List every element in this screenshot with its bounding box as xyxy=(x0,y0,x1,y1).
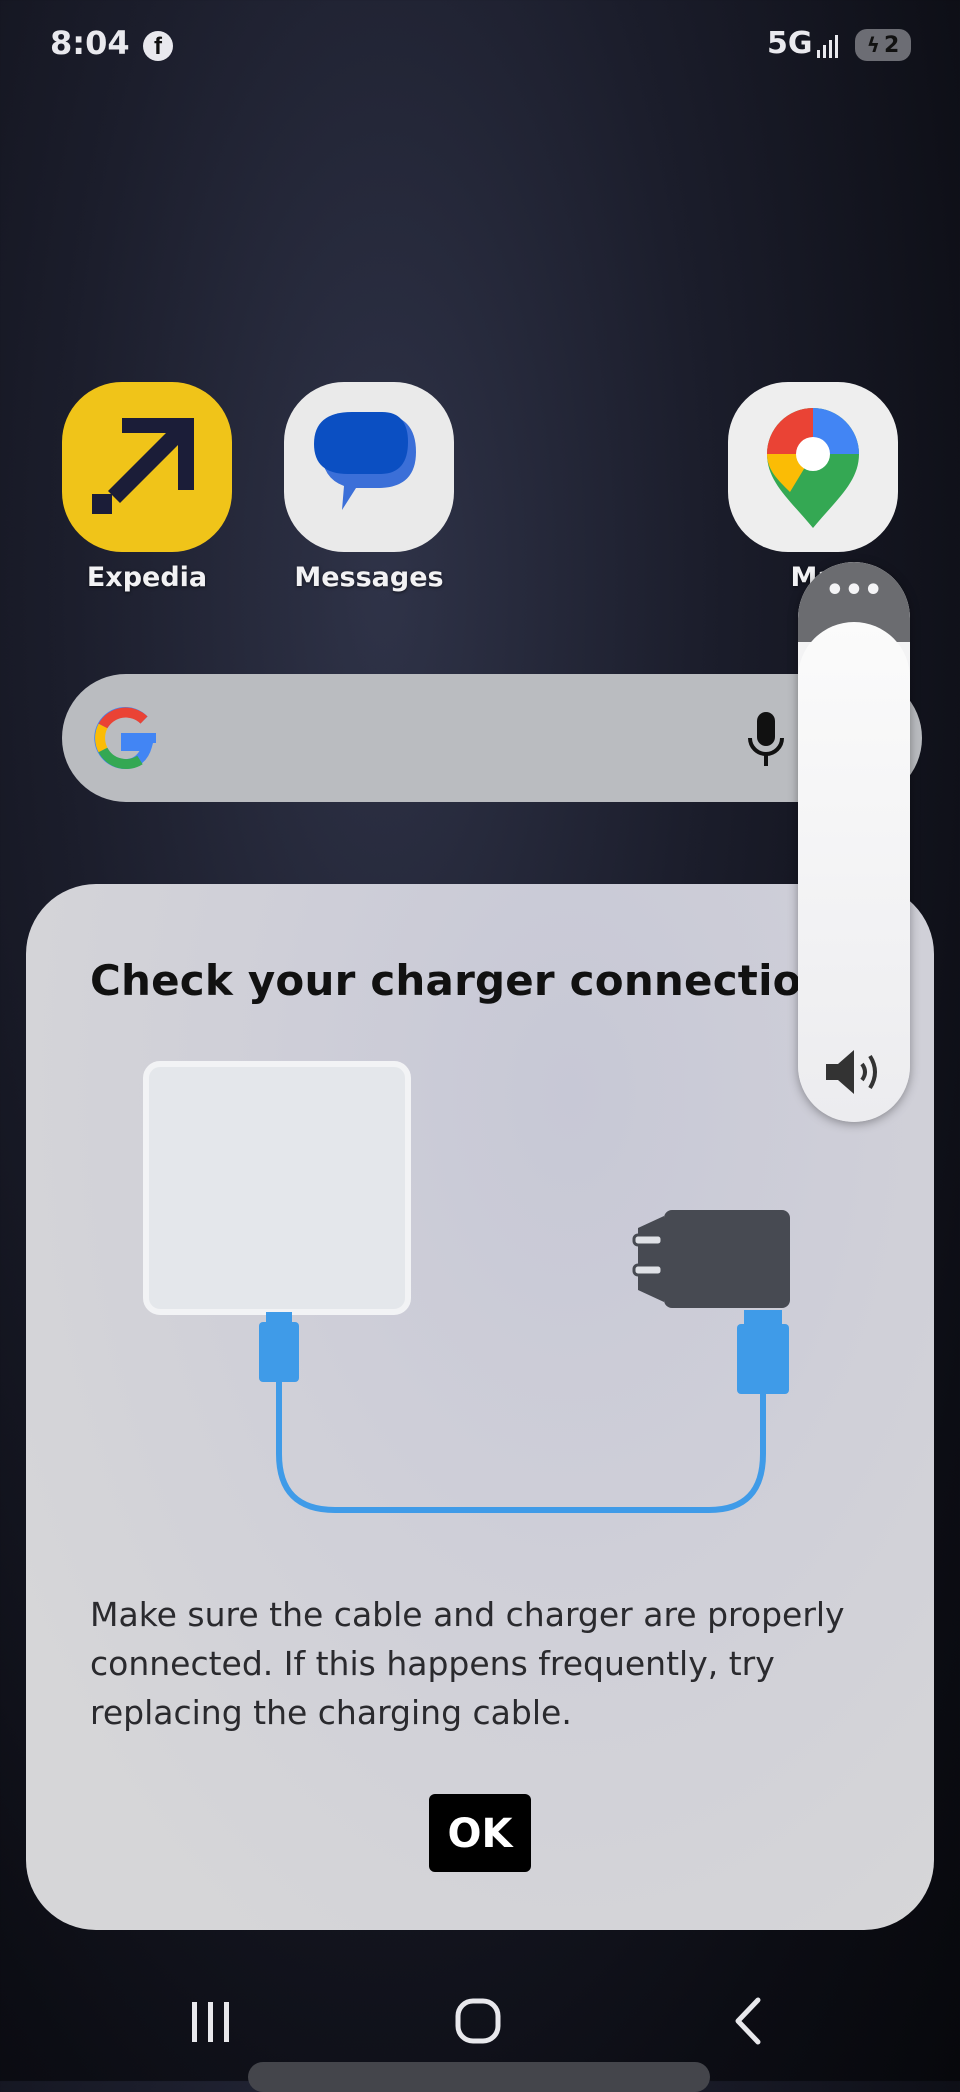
google-g-icon xyxy=(94,707,156,770)
maps-icon xyxy=(728,382,898,552)
charging-cable xyxy=(276,1382,766,1513)
mic-icon[interactable] xyxy=(742,710,790,770)
dialog-message: Make sure the cable and charger are prop… xyxy=(90,1595,845,1732)
signal-icon xyxy=(817,35,838,58)
expedia-icon xyxy=(62,382,232,552)
volume-panel[interactable]: ••• xyxy=(798,562,910,1122)
battery-level: 2 xyxy=(883,33,900,58)
ok-button[interactable]: OK xyxy=(429,1794,531,1872)
charger-connector xyxy=(737,1324,789,1394)
app-expedia[interactable]: Expedia xyxy=(62,382,232,593)
app-label: Messages xyxy=(294,562,444,593)
app-maps[interactable]: Ma xyxy=(728,382,898,593)
home-icon[interactable] xyxy=(454,1994,502,2048)
app-messages[interactable]: Messages xyxy=(284,382,454,593)
network-type: 5G xyxy=(767,26,813,61)
more-options-icon[interactable]: ••• xyxy=(824,576,884,616)
facebook-icon: f xyxy=(143,31,173,61)
charging-bolt-icon: ϟ xyxy=(866,33,880,57)
recents-icon[interactable] xyxy=(186,1994,236,2048)
status-time: 8:04 xyxy=(50,24,130,62)
messages-icon xyxy=(284,382,454,552)
phone-connector xyxy=(259,1322,299,1382)
app-label: Expedia xyxy=(86,562,208,593)
google-search-bar[interactable] xyxy=(62,674,922,802)
battery-indicator: ϟ2 xyxy=(855,29,911,61)
back-icon[interactable] xyxy=(730,1994,766,2048)
wall-charger xyxy=(664,1210,790,1308)
gesture-handle[interactable] xyxy=(248,2062,710,2092)
phone-illustration xyxy=(143,1061,411,1315)
speaker-icon[interactable] xyxy=(820,1042,888,1102)
